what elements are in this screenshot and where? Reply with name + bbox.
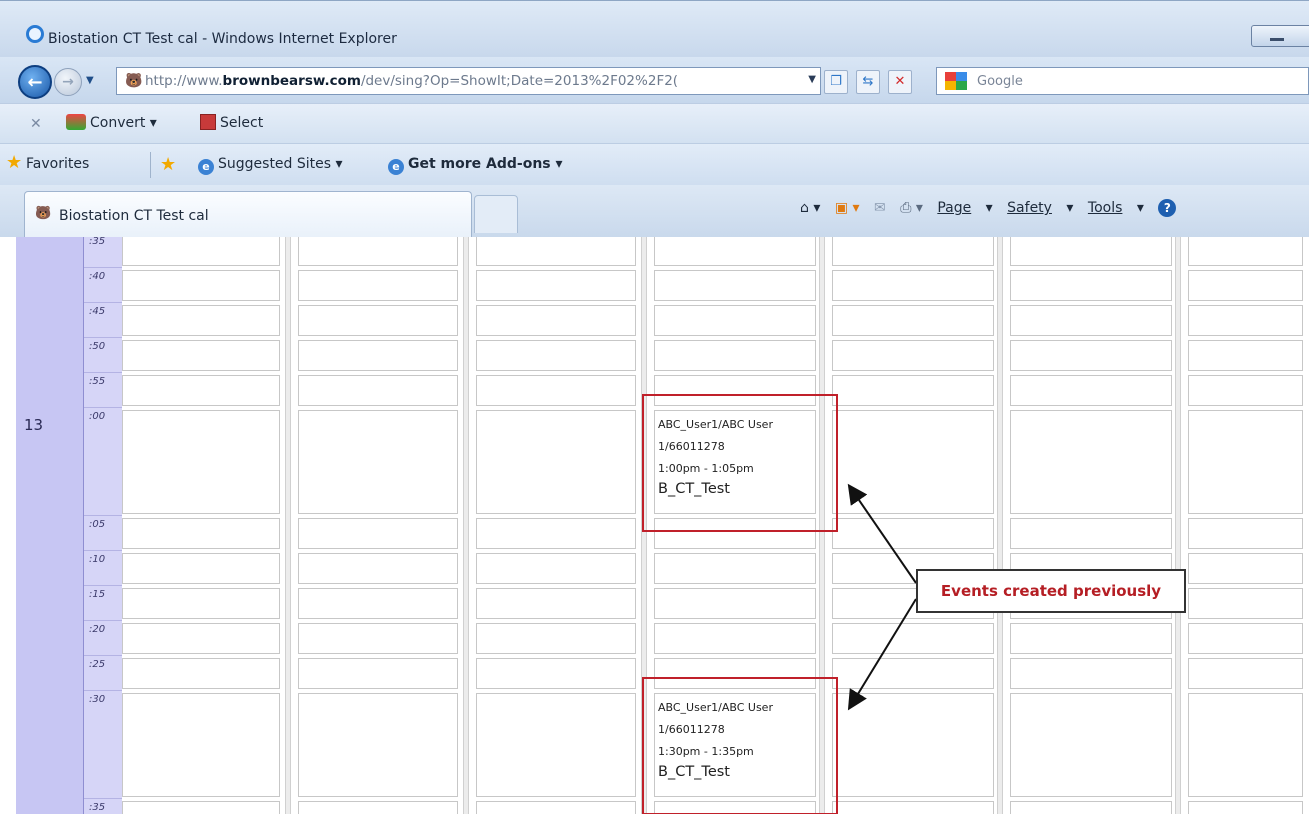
browser-window: Biostation CT Test cal - Windows Interne… [0,0,1309,814]
annotation-arrows [847,483,917,711]
add-favorite-icon[interactable]: ★ [160,156,178,174]
favorites-star-icon: ★ [6,152,23,173]
rss-feed-icon[interactable]: ▣ ▾ [835,200,860,216]
tab-biostation[interactable]: 🐻 Biostation CT Test cal [24,191,472,237]
safety-menu[interactable]: Safety ▾ [1007,200,1073,216]
stop-button[interactable]: ✕ [888,70,912,94]
command-bar: ✕ Convert ▾ Select [0,103,1309,143]
read-mail-icon[interactable]: ✉ [874,200,886,216]
minimize-button[interactable] [1251,25,1309,47]
search-input[interactable]: Google [977,74,1023,89]
home-icon[interactable]: ⌂ ▾ [800,200,820,216]
address-url[interactable]: http://www.brownbearsw.com/dev/sing?Op=S… [145,73,765,89]
compatibility-view-button[interactable]: ❐ [824,70,848,94]
favorites-bar: ★ Favorites ★ e Suggested Sites ▾ e Get mo… [0,143,1309,185]
ie-page-icon: e [388,159,404,175]
refresh-button[interactable]: ⇆ [856,70,880,94]
page-menu[interactable]: Page ▾ [937,200,992,216]
select-button[interactable]: Select [200,114,263,131]
navigation-bar: ← → ▼ 🐻 http://www.brownbearsw.com/dev/s… [0,57,1309,103]
search-box[interactable]: Google [936,67,1309,95]
forward-button[interactable]: → [54,68,82,96]
get-addons-button[interactable]: e Get more Add-ons ▾ [388,156,563,175]
window-title: Biostation CT Test cal - Windows Interne… [48,31,397,47]
address-bar[interactable]: 🐻 http://www.brownbearsw.com/dev/sing?Op… [116,67,821,95]
site-favicon-icon: 🐻 [125,73,143,89]
recent-pages-dropdown-icon[interactable]: ▼ [86,75,94,86]
site-favicon-icon: 🐻 [35,206,52,221]
convert-button[interactable]: Convert ▾ [66,114,157,131]
help-icon[interactable]: ? [1158,199,1177,217]
select-icon [200,114,216,130]
favorites-button[interactable]: Favorites [26,156,89,172]
tools-menu[interactable]: Tools ▾ [1088,200,1144,216]
ie-logo-icon [26,25,44,43]
new-tab-button[interactable] [474,195,518,233]
tab-title: Biostation CT Test cal [59,208,209,224]
arrow-to-event-2 [847,598,917,711]
tab-bar: 🐻 Biostation CT Test cal ⌂ ▾ ▣ ▾ ✉ ⎙ ▾ P… [0,185,1309,237]
convert-icon [66,114,86,130]
ie-page-icon: e [198,159,214,175]
print-icon[interactable]: ⎙ ▾ [900,200,923,216]
command-toolbar: ⌂ ▾ ▣ ▾ ✉ ⎙ ▾ Page ▾ Safety ▾ Tools ▾ ? [800,199,1186,217]
back-button[interactable]: ← [18,65,52,99]
annotation-callout: Events created previously [916,569,1186,613]
calendar-view: 13:35:40:45:50:55:00:05:10:15:20:25:30:3… [0,237,1309,814]
suggested-sites-button[interactable]: e Suggested Sites ▾ [198,156,343,175]
arrow-to-event-1 [847,483,917,584]
divider [150,152,151,178]
close-toolbar-icon[interactable]: ✕ [30,116,42,132]
address-dropdown-icon[interactable]: ▼ [808,74,816,85]
google-logo-icon [945,72,967,90]
title-bar: Biostation CT Test cal - Windows Interne… [0,1,1309,57]
